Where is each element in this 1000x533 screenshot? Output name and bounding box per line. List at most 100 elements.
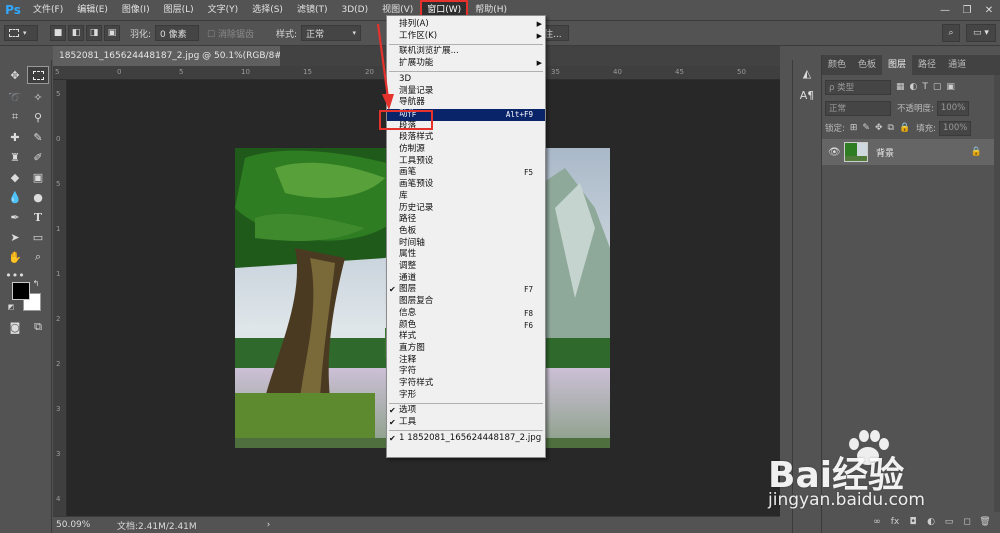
window-menu-item[interactable]: ✔ 工具	[387, 417, 545, 429]
window-menu-item[interactable]: 导航器	[387, 97, 545, 109]
style-select[interactable]: 正常 ▾	[301, 25, 362, 41]
menu-3[interactable]: 图层(L)	[157, 0, 201, 20]
lock-all-icon[interactable]: 🔒	[899, 123, 910, 133]
minimize-button[interactable]: —	[934, 0, 956, 20]
menu-1[interactable]: 编辑(E)	[70, 0, 115, 20]
marquee-tool[interactable]	[27, 66, 49, 84]
healing-brush-tool[interactable]: ✚	[4, 128, 26, 146]
window-menu-item[interactable]: 调整	[387, 261, 545, 273]
tool-preset-picker[interactable]: ▾	[4, 25, 38, 41]
swap-colors-button[interactable]: ↰	[30, 278, 42, 288]
layer-filter-select[interactable]: ρ 类型	[825, 79, 891, 95]
window-menu-item[interactable]: ✔ 1 1852081_165624448187_2.jpg	[387, 433, 545, 445]
pen-tool[interactable]: ✒	[4, 208, 26, 226]
zoom-level-field[interactable]: 50.09%	[53, 520, 93, 530]
layer-row-background[interactable]: 👁 背景 🔒	[822, 139, 994, 165]
smart-filter-icon[interactable]: ▣	[946, 82, 955, 92]
window-menu-item[interactable]: 路径	[387, 214, 545, 226]
type-tool[interactable]: T	[27, 208, 49, 226]
window-menu-item[interactable]: 时间轴	[387, 238, 545, 250]
window-menu-item[interactable]: 测量记录	[387, 86, 545, 98]
image-filter-icon[interactable]: ▦	[896, 82, 905, 92]
lock-transparency-icon[interactable]: ⊞	[850, 123, 858, 133]
window-menu-item[interactable]: 段落样式	[387, 132, 545, 144]
eyedropper-tool[interactable]: ⚲	[27, 108, 49, 126]
shape-filter-icon[interactable]: ▢	[933, 82, 942, 92]
magic-wand-tool[interactable]: ✧	[27, 88, 49, 106]
window-menu-item[interactable]: 色板	[387, 226, 545, 238]
panel-tab-3[interactable]: 路径	[912, 55, 942, 75]
path-selection-tool[interactable]: ➤	[4, 228, 26, 246]
panel-tab-0[interactable]: 颜色	[822, 55, 852, 75]
default-colors-button[interactable]: ◩	[6, 302, 16, 312]
window-menu-item[interactable]: 扩展功能 ▶	[387, 58, 545, 70]
window-menu-item[interactable]: 联机浏览扩展...	[387, 46, 545, 58]
menu-5[interactable]: 选择(S)	[245, 0, 290, 20]
move-tool[interactable]: ✥	[4, 66, 26, 84]
close-button[interactable]: ✕	[978, 0, 1000, 20]
blur-tool[interactable]: 💧	[4, 188, 26, 206]
new-selection-button[interactable]: ■	[50, 25, 66, 41]
intersect-selection-button[interactable]: ▣	[104, 25, 120, 41]
window-menu-item[interactable]: 画笔预设	[387, 179, 545, 191]
gradient-tool[interactable]: ▣	[27, 168, 49, 186]
antialias-checkbox[interactable]: ☐ 消除锯齿	[207, 27, 254, 40]
paragraph-panel-button[interactable]: A¶	[796, 86, 818, 104]
adjustments-panel-button[interactable]: ◭	[796, 64, 818, 82]
workspace-button[interactable]: ▭ ▾	[966, 24, 996, 42]
fill-input[interactable]: 100%	[939, 120, 972, 136]
adjust-filter-icon[interactable]: ◐	[910, 82, 918, 92]
panel-tab-1[interactable]: 色板	[852, 55, 882, 75]
menu-7[interactable]: 3D(D)	[334, 0, 375, 20]
brush-tool[interactable]: ✎	[27, 128, 49, 146]
panel-tab-4[interactable]: 通道	[942, 55, 972, 75]
window-menu-item[interactable]: ✔ 选项	[387, 405, 545, 417]
window-menu-item[interactable]: 工作区(K) ▶	[387, 31, 545, 43]
panel-tab-2[interactable]: 图层	[882, 55, 913, 75]
menu-0[interactable]: 文件(F)	[26, 0, 70, 20]
lock-pixels-icon[interactable]: ✎	[862, 123, 870, 133]
type-filter-icon[interactable]: T	[922, 82, 928, 92]
menu-2[interactable]: 图像(I)	[115, 0, 157, 20]
lasso-tool[interactable]: ➰	[4, 88, 26, 106]
window-menu-item[interactable]: 通道	[387, 273, 545, 285]
window-menu-item[interactable]: 注释	[387, 355, 545, 367]
window-menu-item[interactable]: 画笔 F5	[387, 167, 545, 179]
quick-mask-button[interactable]: ◙	[4, 318, 26, 336]
window-menu-item[interactable]: 字形	[387, 390, 545, 402]
menu-6[interactable]: 滤镜(T)	[290, 0, 335, 20]
restore-button[interactable]: ❐	[956, 0, 978, 20]
add-selection-button[interactable]: ◧	[68, 25, 84, 41]
hand-tool[interactable]: ✋	[4, 248, 26, 266]
feather-input[interactable]: 0 像素	[155, 25, 200, 41]
window-menu-item[interactable]: 排列(A) ▶	[387, 19, 545, 31]
search-button[interactable]: ⌕	[942, 24, 960, 42]
crop-tool[interactable]: ⌗	[4, 108, 26, 126]
rectangle-tool[interactable]: ▭	[27, 228, 49, 246]
history-brush-tool[interactable]: ✐	[27, 148, 49, 166]
window-menu-item[interactable]: 信息 F8	[387, 308, 545, 320]
document-tab[interactable]: 1852081_165624448187_2.jpg @ 50.1%(RGB/8…	[53, 46, 301, 66]
window-menu-item[interactable]: 图层复合	[387, 296, 545, 308]
clone-stamp-tool[interactable]: ♜	[4, 148, 26, 166]
window-menu-item[interactable]: 直方图	[387, 343, 545, 355]
status-menu-arrow[interactable]: ›	[267, 520, 271, 530]
document-info[interactable]: 文档:2.41M/2.41M	[117, 519, 197, 532]
window-menu-item[interactable]: 样式	[387, 331, 545, 343]
subtract-selection-button[interactable]: ◨	[86, 25, 102, 41]
window-menu-item[interactable]: 字符	[387, 366, 545, 378]
dodge-tool[interactable]: ●	[27, 188, 49, 206]
eraser-tool[interactable]: ◆	[4, 168, 26, 186]
visibility-eye-icon[interactable]: 👁	[828, 147, 841, 158]
screen-mode-button[interactable]: ⧉	[27, 318, 49, 336]
lock-artboard-icon[interactable]: ⧉	[888, 123, 894, 133]
menu-4[interactable]: 文字(Y)	[201, 0, 246, 20]
opacity-input[interactable]: 100%	[936, 100, 969, 116]
blend-mode-select[interactable]: 正常	[825, 100, 891, 116]
foreground-color-swatch[interactable]	[12, 282, 30, 300]
window-menu-item[interactable]: 字符样式	[387, 378, 545, 390]
window-menu-item[interactable]: ✔ 图层 F7	[387, 284, 545, 296]
window-menu-item[interactable]: 库	[387, 191, 545, 203]
window-menu-item[interactable]: 3D	[387, 74, 545, 86]
window-menu-item[interactable]: 历史记录	[387, 203, 545, 215]
